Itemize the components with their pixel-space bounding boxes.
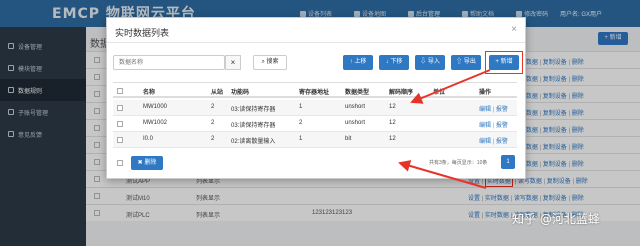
cell-order: 12 [389, 104, 396, 110]
alarm-link[interactable]: 报警 [496, 139, 508, 145]
clear-search-button[interactable]: × [225, 55, 241, 70]
pager-info: 共有3条，每页显示：10条 [429, 160, 488, 166]
import-icon: ⇩ [420, 59, 428, 65]
col-func: 功能码 [231, 90, 250, 96]
row-checkbox[interactable] [117, 105, 123, 111]
export-icon: ⇧ [456, 59, 464, 65]
alarm-link[interactable]: 报警 [496, 123, 508, 129]
table-header: 名称 从站 功能码 寄存器地址 数据类型 解码顺序 单位 操作 [113, 82, 517, 98]
col-order: 解码顺序 [389, 90, 414, 96]
cell-slave: 2 [211, 104, 215, 110]
search-button[interactable]: ⌕ 搜索 [253, 55, 287, 70]
select-all-checkbox[interactable] [117, 88, 123, 94]
cell-func: 03:读保持寄存器 [231, 123, 276, 129]
move-down-button[interactable]: ↓ 下移 [379, 55, 409, 70]
alarm-link[interactable]: 报警 [496, 107, 508, 113]
cell-order: 12 [389, 120, 396, 126]
cell-func: 03:读保持寄存器 [231, 107, 276, 113]
cell-order: 12 [389, 136, 396, 142]
table-row: MW1002 2 03:读保持寄存器 2 unshort 12 编辑 | 报警 [113, 116, 517, 132]
page-1-button[interactable]: 1 [501, 155, 515, 169]
col-actions: 操作 [479, 90, 492, 96]
export-button[interactable]: ⇧ 导出 [451, 55, 481, 70]
cell-name: MW1000 [143, 104, 168, 110]
search-input[interactable] [113, 55, 225, 70]
cell-name: MW1002 [143, 120, 168, 126]
edit-link[interactable]: 编辑 [479, 107, 491, 113]
edit-link[interactable]: 编辑 [479, 123, 491, 129]
col-type: 数据类型 [345, 90, 370, 96]
divider [107, 42, 525, 43]
table-row: I0.0 2 02:读离散量输入 1 bit 12 编辑 | 报警 [113, 132, 517, 148]
cell-type: unshort [345, 120, 366, 126]
col-unit: 单位 [433, 90, 446, 96]
cell-slave: 2 [211, 136, 215, 142]
row-checkbox[interactable] [117, 137, 123, 143]
cell-type: unshort [345, 104, 366, 110]
add-button-highlight [485, 51, 523, 74]
cell-slave: 2 [211, 120, 215, 126]
cell-func: 02:读离散量输入 [231, 139, 276, 145]
modal-title: 实时数据列表 [115, 28, 170, 38]
delete-button[interactable]: ✖ 删除 [131, 156, 163, 170]
close-icon[interactable]: × [511, 24, 517, 35]
col-name: 名称 [143, 90, 156, 96]
col-addr: 寄存器地址 [299, 90, 330, 96]
cell-actions: 编辑 | 报警 [479, 136, 508, 145]
col-slave: 从站 [211, 90, 224, 96]
cell-actions: 编辑 | 报警 [479, 104, 508, 113]
watermark: 知乎 @河北蓝蜂 [512, 212, 600, 226]
cell-addr: 1 [299, 104, 303, 110]
row-checkbox[interactable] [117, 121, 123, 127]
import-button[interactable]: ⇩ 导入 [415, 55, 445, 70]
cell-type: bit [345, 136, 352, 142]
edit-link[interactable]: 编辑 [479, 139, 491, 145]
table-row: MW1000 2 03:读保持寄存器 1 unshort 12 编辑 | 报警 [113, 100, 517, 116]
cell-addr: 1 [299, 136, 303, 142]
move-up-button[interactable]: ↑ 上移 [343, 55, 373, 70]
cell-addr: 2 [299, 120, 303, 126]
cell-name: I0.0 [143, 136, 154, 142]
realtime-data-modal: 实时数据列表 × × ⌕ 搜索 ↑ 上移 ↓ 下移 ⇩ 导入 ⇧ 导出 + 新增… [106, 17, 526, 179]
footer-checkbox[interactable] [117, 160, 123, 166]
cell-actions: 编辑 | 报警 [479, 120, 508, 129]
